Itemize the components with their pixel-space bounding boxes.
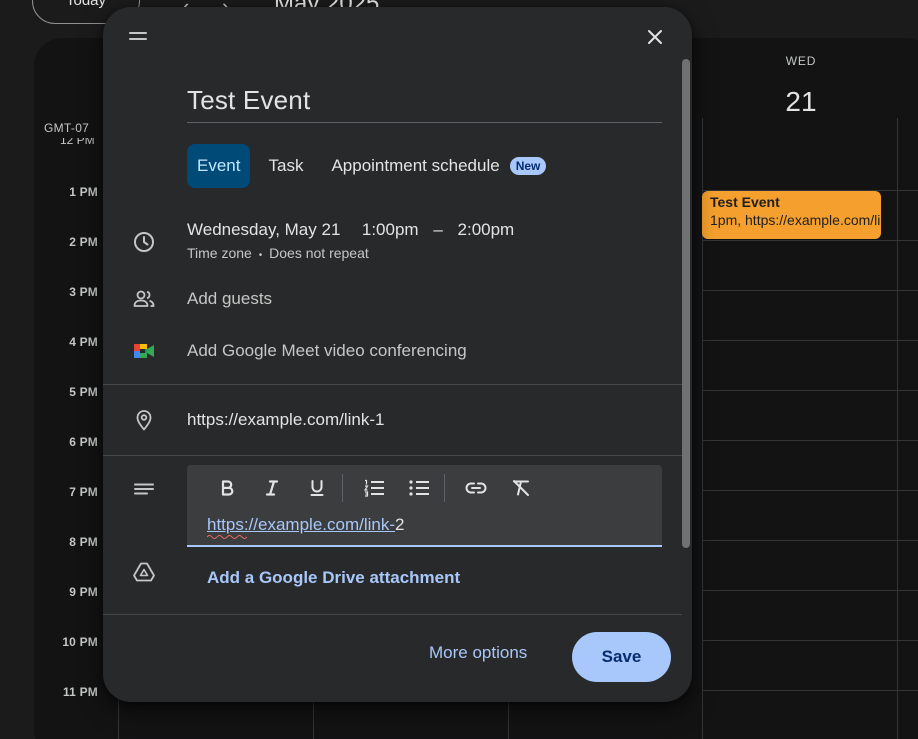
add-drive-attachment-button[interactable]: Add a Google Drive attachment	[207, 568, 460, 588]
event-chip-subtitle: 1pm, https://example.com/link-1	[710, 212, 881, 228]
numbered-list-icon	[363, 479, 384, 497]
bold-icon	[221, 480, 234, 496]
close-icon	[648, 30, 662, 44]
location-input[interactable]: https://example.com/link-1	[187, 410, 384, 430]
event-date[interactable]: Wednesday, May 21	[187, 220, 340, 239]
event-chip-title: Test Event	[710, 194, 780, 210]
hour-label: 8 PM	[69, 535, 98, 549]
hour-label: 2 PM	[69, 235, 98, 249]
underline-button[interactable]	[303, 474, 331, 502]
tab-appointment-schedule-label: Appointment schedule	[331, 156, 500, 175]
timezone-label: GMT-07	[44, 121, 90, 135]
event-end-time[interactable]: 2:00pm	[458, 220, 515, 239]
quick-event-dialog: Test Event Event Task Appointment schedu…	[103, 7, 692, 702]
formatting-toolbar	[213, 473, 552, 503]
event-title-input[interactable]: Test Event	[187, 83, 662, 123]
section-divider	[103, 455, 682, 456]
hour-gridline	[702, 690, 918, 691]
tab-task[interactable]: Task	[258, 144, 313, 188]
italic-icon	[265, 480, 279, 496]
bold-button[interactable]	[213, 474, 241, 502]
more-options-button[interactable]: More options	[429, 643, 527, 663]
time-separator: –	[433, 220, 443, 239]
description-editor[interactable]: https://example.com/link-2	[187, 465, 662, 547]
hour-label: 7 PM	[69, 485, 98, 499]
hour-gridline	[702, 490, 918, 491]
hour-label: 5 PM	[69, 385, 98, 399]
hour-gridline	[702, 590, 918, 591]
hour-label: 11 PM	[62, 685, 98, 699]
bulleted-list-icon	[409, 480, 429, 496]
hour-label: 10 PM	[62, 635, 98, 649]
underline-icon	[310, 480, 324, 496]
hour-gridline	[702, 440, 918, 441]
save-button[interactable]: Save	[572, 632, 671, 682]
clear-formatting-icon	[513, 480, 529, 496]
toolbar-separator	[342, 474, 343, 502]
tab-event[interactable]: Event	[187, 144, 251, 188]
location-pin-icon	[131, 407, 157, 433]
notes-icon	[131, 477, 157, 503]
link-icon	[465, 482, 487, 494]
italic-button[interactable]	[258, 474, 286, 502]
day-of-week-label: WED	[785, 54, 817, 68]
calendar-event-chip[interactable]: Test Event 1pm, https://example.com/link…	[702, 191, 881, 239]
close-button[interactable]	[639, 21, 671, 53]
hour-gridline	[702, 290, 918, 291]
day-column-divider	[897, 118, 898, 739]
footer-divider	[103, 614, 682, 615]
calendar-app: Today ‹ › May 2025 GMT-07 12 PM 1 PM 2 P…	[0, 0, 918, 739]
hour-label: 9 PM	[69, 585, 98, 599]
google-meet-icon	[131, 338, 157, 364]
toolbar-separator	[444, 474, 445, 502]
tab-appointment-schedule[interactable]: Appointment schedule New	[321, 144, 556, 188]
bulleted-list-button[interactable]	[405, 474, 433, 502]
section-divider	[103, 384, 682, 385]
add-google-meet-button[interactable]: Add Google Meet video conferencing	[187, 341, 467, 361]
event-type-tabs: Event Task Appointment schedule New	[187, 144, 564, 188]
clock-icon	[131, 229, 157, 255]
hour-label: 1 PM	[69, 185, 98, 199]
hour-gridline	[702, 540, 918, 541]
hour-label: 6 PM	[69, 435, 98, 449]
hour-gridline	[702, 390, 918, 391]
description-trailing-text: 2	[395, 515, 405, 534]
time-zone-link[interactable]: Time zone	[187, 245, 252, 261]
repeat-link[interactable]: Does not repeat	[269, 245, 369, 261]
clear-formatting-button[interactable]	[507, 474, 535, 502]
hour-label: 3 PM	[69, 285, 98, 299]
event-start-time[interactable]: 1:00pm	[362, 220, 419, 239]
description-link[interactable]: https://example.com/link-	[207, 515, 395, 534]
hour-gridline	[702, 340, 918, 341]
day-number[interactable]: 21	[702, 86, 900, 118]
add-guests-button[interactable]: Add guests	[187, 289, 272, 309]
hour-gridline	[702, 640, 918, 641]
event-recurrence-line: Time zone • Does not repeat	[187, 245, 369, 261]
dot-separator: •	[258, 250, 263, 261]
spellcheck-underline	[207, 535, 247, 539]
description-text[interactable]: https://example.com/link-2	[207, 515, 404, 535]
hour-label-clipped: 12 PM	[60, 138, 95, 147]
people-icon	[131, 286, 157, 312]
new-badge: New	[509, 157, 547, 175]
drag-handle-icon[interactable]	[129, 32, 147, 40]
hour-gridline	[702, 240, 918, 241]
event-datetime: Wednesday, May 21 1:00pm – 2:00pm	[187, 220, 514, 240]
google-drive-icon	[131, 559, 157, 585]
numbered-list-button[interactable]	[360, 474, 388, 502]
hour-label: 4 PM	[69, 335, 98, 349]
dialog-scrollbar[interactable]	[682, 59, 690, 548]
insert-link-button[interactable]	[462, 474, 490, 502]
